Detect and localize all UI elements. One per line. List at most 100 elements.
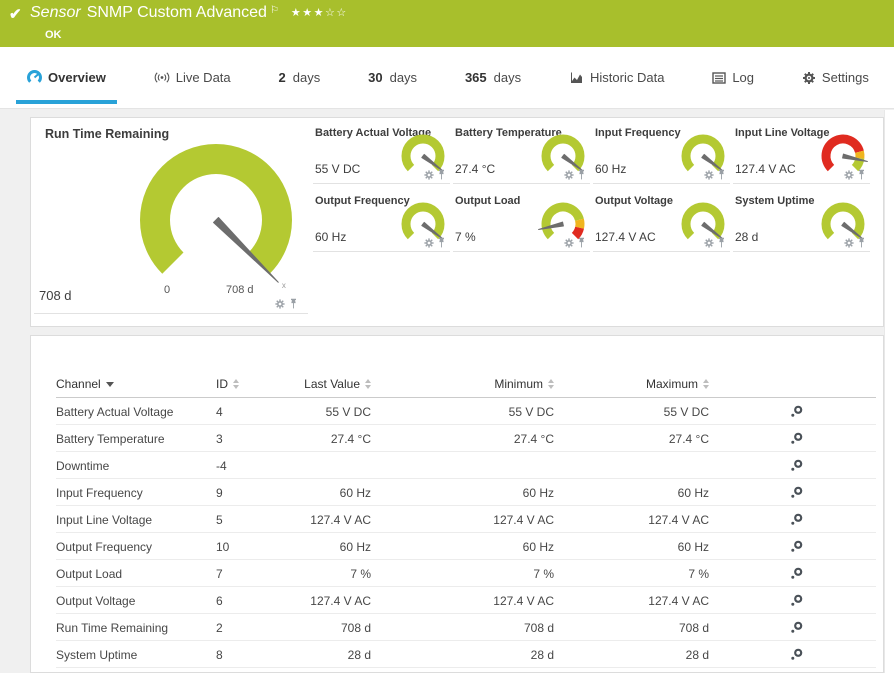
channel-id: 6 <box>216 593 223 608</box>
channel-actions <box>709 486 883 499</box>
gauge-value: 7 % <box>455 230 476 244</box>
channel-id: 4 <box>216 404 223 419</box>
channel-actions <box>709 621 883 634</box>
channel-name: Run Time Remaining <box>56 620 169 635</box>
last-value: 60 Hz <box>339 485 371 500</box>
tab-overview[interactable]: Overview <box>16 47 117 108</box>
channel-row-output-frequency: Output Frequency 10 60 Hz 60 Hz 60 Hz <box>31 533 883 560</box>
pin-icon[interactable] <box>857 237 866 248</box>
channel-name: Input Line Voltage <box>56 512 153 527</box>
gauge-value: 28 d <box>735 230 759 244</box>
minimum-value: 28 d <box>530 647 554 662</box>
gear-icon[interactable] <box>704 169 714 180</box>
sort-toggle-icon <box>233 379 239 389</box>
channel-row-system-uptime: System Uptime 8 28 d 28 d 28 d <box>31 641 883 668</box>
pin-icon[interactable] <box>577 237 586 248</box>
wrench-icon[interactable] <box>790 567 803 580</box>
wrench-icon[interactable] <box>790 432 803 445</box>
minimum-value: 127.4 V AC <box>493 512 554 527</box>
tab-bar: Overview Live Data 2 days 30 days 365 da… <box>0 47 894 109</box>
gauge-title: Output Voltage <box>595 195 674 207</box>
wrench-icon[interactable] <box>790 648 803 661</box>
column-header-channel[interactable]: Channel <box>31 377 216 391</box>
gauge-cell-system-uptime: System Uptime 28 d <box>733 191 870 252</box>
tab-2-days[interactable]: 2 days <box>268 47 332 108</box>
pin-icon[interactable] <box>437 169 446 180</box>
channel-name: Battery Temperature <box>56 431 165 446</box>
channel-actions <box>709 513 883 526</box>
gauge-scale-min: 0 <box>164 284 171 296</box>
pin-icon[interactable] <box>717 169 726 180</box>
last-value: 708 d <box>340 620 371 635</box>
gauges-panel: Run Time Remaining x 0 708 d 708 d Batte… <box>30 117 884 327</box>
gear-icon[interactable] <box>704 237 714 248</box>
channel-row-battery-temperature: Battery Temperature 3 27.4 °C 27.4 °C 27.4 °… <box>31 425 883 452</box>
gear-icon[interactable] <box>275 298 285 309</box>
column-header-last-value[interactable]: Last Value <box>276 377 371 391</box>
small-gauges-grid: Battery Actual Voltage 55 V DC Battery Tem… <box>313 123 870 252</box>
maximum-value: 7 % <box>688 566 709 581</box>
channel-actions <box>709 567 883 580</box>
column-header-maximum[interactable]: Maximum <box>554 377 709 391</box>
gear-icon[interactable] <box>564 169 574 180</box>
scrollbar-gutter[interactable] <box>884 110 894 673</box>
wrench-icon[interactable] <box>790 405 803 418</box>
last-value: 55 V DC <box>325 404 371 419</box>
pin-icon[interactable] <box>437 237 446 248</box>
tab-settings[interactable]: Settings <box>791 47 880 108</box>
channel-actions <box>709 594 883 607</box>
gauge-value: 60 Hz <box>315 230 347 244</box>
column-header-minimum[interactable]: Minimum <box>371 377 554 391</box>
gear-icon[interactable] <box>424 237 434 248</box>
gauge-value: 55 V DC <box>315 162 361 176</box>
gauge-actions <box>424 169 446 180</box>
gauge-cell-output-voltage: Output Voltage 127.4 V AC <box>593 191 730 252</box>
gauge-title: Output Frequency <box>315 195 410 207</box>
last-value: 60 Hz <box>339 539 371 554</box>
last-value: 127.4 V AC <box>310 512 371 527</box>
tab-log[interactable]: Log <box>701 47 765 108</box>
column-header-id[interactable]: ID <box>216 377 276 391</box>
tab-365-days[interactable]: 365 days <box>454 47 532 108</box>
minimum-value: 55 V DC <box>508 404 554 419</box>
pin-icon[interactable] <box>289 298 298 309</box>
minimum-value: 7 % <box>533 566 554 581</box>
channel-row-output-voltage: Output Voltage 6 127.4 V AC 127.4 V AC 127.4… <box>31 587 883 614</box>
gauge-value: 127.4 V AC <box>735 162 796 176</box>
channel-table-body: Battery Actual Voltage 4 55 V DC 55 V DC 55 … <box>31 398 883 668</box>
wrench-icon[interactable] <box>790 594 803 607</box>
gauge-title: System Uptime <box>735 195 815 207</box>
pin-icon[interactable] <box>577 169 586 180</box>
maximum-value: 60 Hz <box>677 539 709 554</box>
tab-30-days[interactable]: 30 days <box>357 47 428 108</box>
wrench-icon[interactable] <box>790 486 803 499</box>
gauge-cell-battery-temperature: Battery Temperature 27.4 °C <box>453 123 590 184</box>
wrench-icon[interactable] <box>790 540 803 553</box>
channel-row-battery-actual-voltage: Battery Actual Voltage 4 55 V DC 55 V DC 55 … <box>31 398 883 425</box>
wrench-icon[interactable] <box>790 459 803 472</box>
gauge-actions <box>704 237 726 248</box>
wrench-icon[interactable] <box>790 513 803 526</box>
wrench-icon[interactable] <box>790 621 803 634</box>
gauge-icon <box>27 70 42 85</box>
pin-icon[interactable] <box>717 237 726 248</box>
channel-actions <box>709 540 883 553</box>
star-rating[interactable]: ★★★☆☆ <box>291 6 348 19</box>
tab-historic-data[interactable]: Historic Data <box>558 47 675 108</box>
channel-row-output-load: Output Load 7 7 % 7 % 7 % <box>31 560 883 587</box>
gauge-cell-output-load: Output Load 7 % <box>453 191 590 252</box>
channel-id: 5 <box>216 512 223 527</box>
gear-icon[interactable] <box>844 169 854 180</box>
gear-icon[interactable] <box>844 237 854 248</box>
channel-row-input-frequency: Input Frequency 9 60 Hz 60 Hz 60 Hz <box>31 479 883 506</box>
gear-icon[interactable] <box>564 237 574 248</box>
last-value: 27.4 °C <box>330 431 371 446</box>
tab-live-data[interactable]: Live Data <box>143 47 242 108</box>
gauge-dial: x <box>128 132 304 308</box>
channel-name: Downtime <box>56 458 110 473</box>
maximum-value: 708 d <box>678 620 709 635</box>
gauge-cell-run-time-remaining: Run Time Remaining x 0 708 d 708 d <box>34 118 308 314</box>
minimum-value: 60 Hz <box>522 539 554 554</box>
pin-icon[interactable] <box>857 169 866 180</box>
gear-icon[interactable] <box>424 169 434 180</box>
